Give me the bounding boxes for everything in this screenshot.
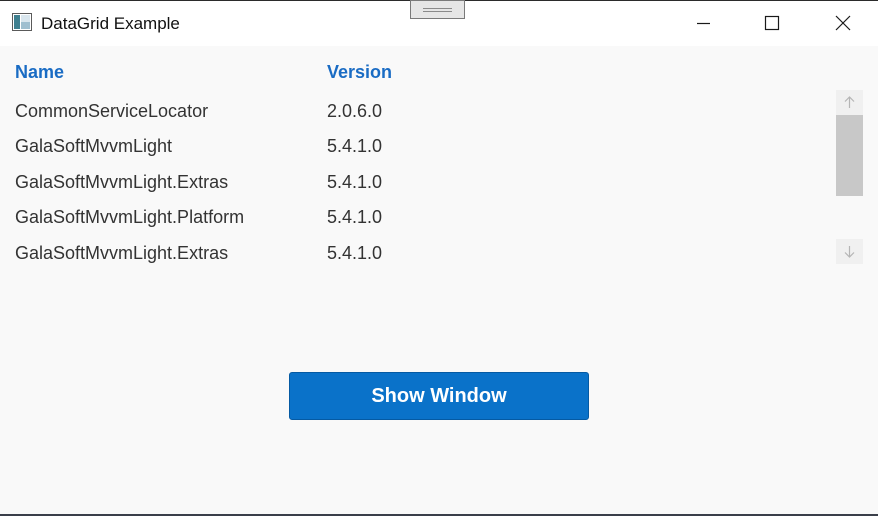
drag-handle[interactable]: [410, 0, 465, 19]
close-icon: [835, 15, 851, 31]
cell-name: GalaSoftMvvmLight: [15, 136, 173, 156]
table-row[interactable]: GalaSoftMvvmLight 5.4.1.0: [0, 131, 830, 166]
close-button[interactable]: [820, 1, 866, 46]
cell-name: CommonServiceLocator: [15, 101, 209, 121]
main-window: DataGrid Example Name Version CommonServ…: [0, 0, 878, 516]
column-header-version[interactable]: Version: [327, 62, 392, 83]
cell-name: GalaSoftMvvmLight.Platform: [15, 207, 245, 227]
table-row[interactable]: CommonServiceLocator 2.0.6.0: [0, 96, 830, 131]
scrollbar-thumb[interactable]: [836, 115, 863, 196]
column-header-name[interactable]: Name: [15, 62, 64, 83]
cell-version: 2.0.6.0: [327, 101, 383, 121]
cell-version: 5.4.1.0: [327, 136, 383, 156]
title-bar[interactable]: DataGrid Example: [0, 0, 878, 46]
cell-version: 5.4.1.0: [327, 243, 383, 263]
arrow-down-icon: [844, 246, 855, 258]
scroll-up-button[interactable]: [836, 90, 863, 115]
maximize-icon: [764, 15, 780, 31]
cell-version: 5.4.1.0: [327, 207, 383, 227]
minimize-button[interactable]: [680, 1, 726, 46]
arrow-up-icon: [844, 96, 855, 108]
app-window-icon: [12, 13, 32, 31]
cell-name: GalaSoftMvvmLight.Extras: [15, 172, 229, 192]
data-grid[interactable]: Name Version CommonServiceLocator 2.0.6.…: [0, 46, 878, 276]
table-row[interactable]: GalaSoftMvvmLight.Extras 5.4.1.0: [0, 167, 830, 202]
show-window-button[interactable]: Show Window: [289, 372, 589, 420]
table-row[interactable]: GalaSoftMvvmLight.Extras 5.4.1.0: [0, 238, 830, 273]
vertical-scrollbar[interactable]: [836, 90, 863, 264]
minimize-icon: [697, 22, 710, 25]
maximize-button[interactable]: [749, 1, 795, 46]
table-row[interactable]: GalaSoftMvvmLight.Platform 5.4.1.0: [0, 202, 830, 237]
window-title: DataGrid Example: [41, 14, 180, 33]
cell-version: 5.4.1.0: [327, 172, 383, 192]
scroll-down-button[interactable]: [836, 239, 863, 264]
cell-name: GalaSoftMvvmLight.Extras: [15, 243, 229, 263]
